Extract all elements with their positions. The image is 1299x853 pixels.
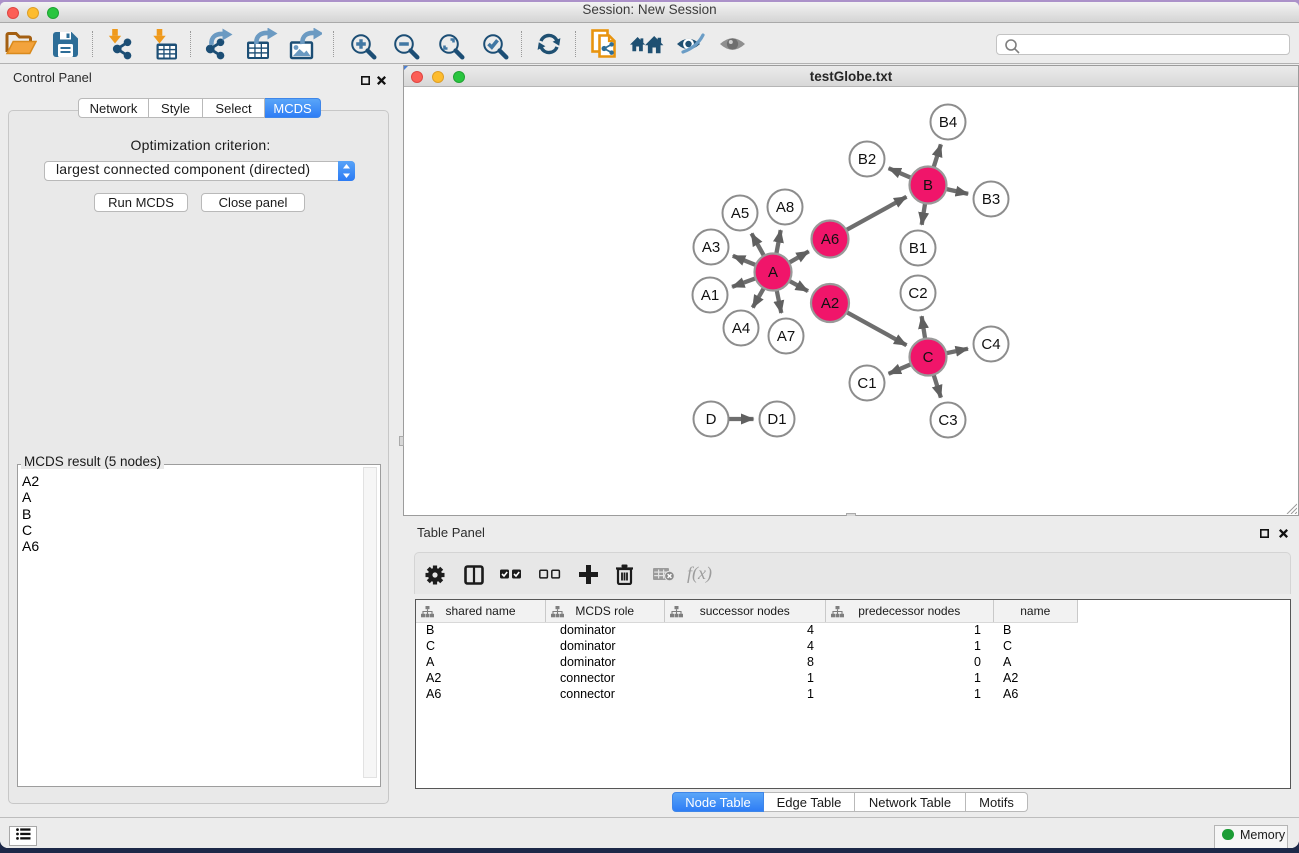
svg-text:C3: C3 bbox=[938, 412, 957, 429]
svg-text:A4: A4 bbox=[732, 320, 750, 337]
svg-text:C1: C1 bbox=[857, 375, 876, 392]
svg-text:A: A bbox=[768, 264, 778, 281]
svg-text:A2: A2 bbox=[821, 295, 839, 312]
svg-text:A7: A7 bbox=[777, 328, 795, 345]
svg-text:B3: B3 bbox=[982, 191, 1000, 208]
svg-text:C4: C4 bbox=[981, 336, 1000, 353]
svg-text:A5: A5 bbox=[731, 205, 749, 222]
svg-text:B1: B1 bbox=[909, 240, 927, 257]
svg-text:C: C bbox=[923, 349, 934, 366]
svg-text:B: B bbox=[923, 177, 933, 194]
svg-text:D: D bbox=[706, 411, 717, 428]
svg-text:D1: D1 bbox=[767, 411, 786, 428]
svg-text:A1: A1 bbox=[701, 287, 719, 304]
svg-text:B4: B4 bbox=[939, 114, 957, 131]
svg-text:B2: B2 bbox=[858, 151, 876, 168]
svg-text:C2: C2 bbox=[908, 285, 927, 302]
svg-text:A6: A6 bbox=[821, 231, 839, 248]
svg-text:A3: A3 bbox=[702, 239, 720, 256]
svg-text:A8: A8 bbox=[776, 199, 794, 216]
